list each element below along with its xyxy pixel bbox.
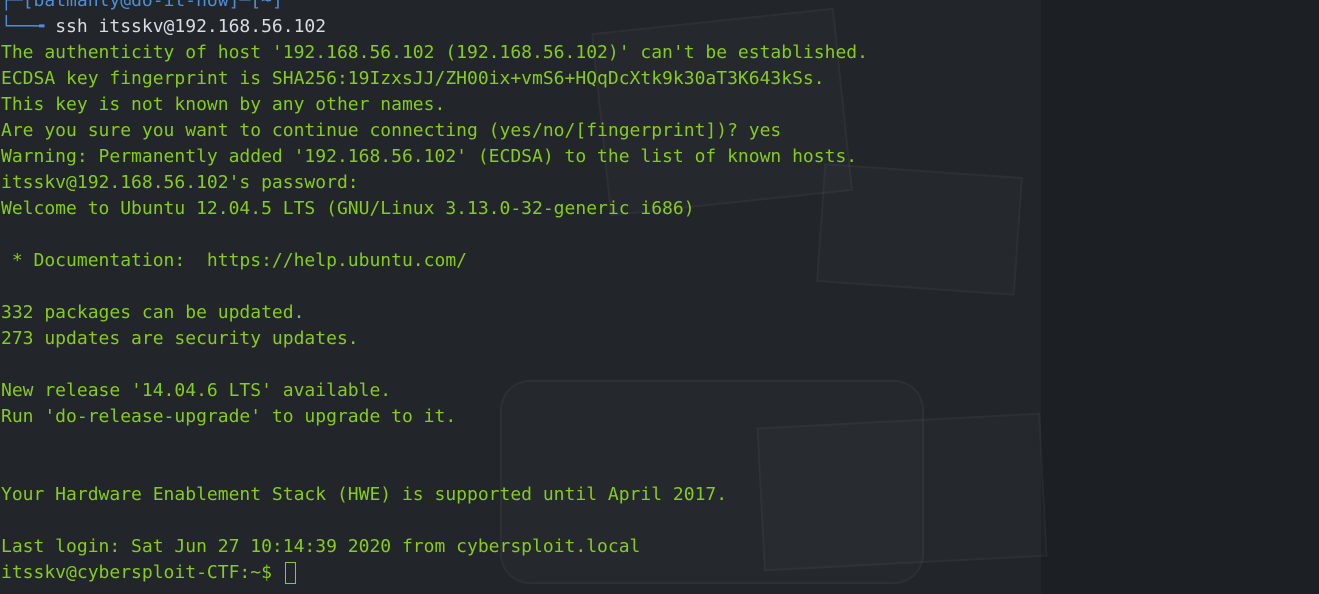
output-line: New release '14.04.6 LTS' available.: [1, 380, 392, 401]
terminal-window[interactable]: ┌─[batmanly@do-it-now]─[~] └──╼ ssh itss…: [1, 0, 1041, 586]
output-line: Are you sure you want to continue connec…: [1, 120, 782, 141]
output-line: The authenticity of host '192.168.56.102…: [1, 42, 868, 63]
output-line: 273 updates are security updates.: [1, 328, 359, 349]
local-prompt-header: ┌─[batmanly@do-it-now]─[~]: [1, 0, 1041, 14]
output-line: * Documentation: https://help.ubuntu.com…: [1, 250, 467, 271]
prompt-tree-bottom: └──╼: [1, 16, 56, 37]
output-line: Last login: Sat Jun 27 10:14:39 2020 fro…: [1, 536, 641, 557]
desktop-background-right: [1041, 0, 1319, 594]
prompt-at: @: [120, 0, 132, 11]
output-line: Run 'do-release-upgrade' to upgrade to i…: [1, 406, 457, 427]
prompt-close: ]: [271, 0, 283, 11]
output-line: Warning: Permanently added '192.168.56.1…: [1, 146, 858, 167]
output-line: Welcome to Ubuntu 12.04.5 LTS (GNU/Linux…: [1, 198, 695, 219]
terminal-cursor[interactable]: [284, 562, 296, 584]
remote-prompt-line[interactable]: itsskv@cybersploit-CTF:~$: [1, 560, 1041, 586]
output-line: This key is not known by any other names…: [1, 94, 446, 115]
output-line: ECDSA key fingerprint is SHA256:19IzxsJJ…: [1, 68, 825, 89]
remote-prompt: itsskv@cybersploit-CTF:~$: [1, 562, 283, 583]
ssh-command: ssh itsskv@192.168.56.102: [55, 16, 327, 37]
prompt-host: do-it-now: [131, 0, 229, 11]
local-command-line: └──╼ ssh itsskv@192.168.56.102: [1, 14, 1041, 40]
prompt-tree-top: ┌─[: [1, 0, 34, 11]
prompt-dir: ~: [261, 0, 272, 11]
output-line: itsskv@192.168.56.102's password:: [1, 172, 359, 193]
output-line: Your Hardware Enablement Stack (HWE) is …: [1, 484, 728, 505]
prompt-user: batmanly: [33, 0, 121, 11]
prompt-separator: ]─[: [228, 0, 262, 11]
output-line: 332 packages can be updated.: [1, 302, 305, 323]
